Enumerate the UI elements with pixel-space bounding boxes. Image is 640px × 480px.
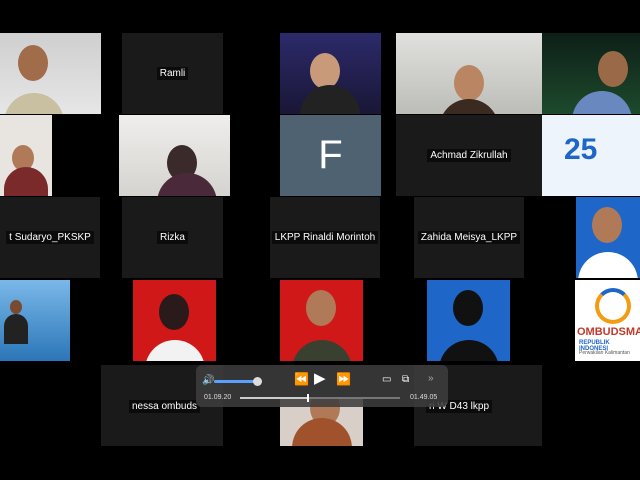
participant-video-16[interactable]	[0, 280, 70, 361]
avatar-initial: F	[318, 133, 343, 177]
participant-tile-f[interactable]: F	[280, 115, 381, 196]
seek-bar[interactable]	[240, 394, 400, 402]
airplay-icon[interactable]: ▭	[382, 374, 391, 385]
participant-tile-zahida[interactable]: Zahida Meisya_LKPP	[414, 197, 524, 278]
fast-forward-button[interactable]: ⏩	[336, 372, 351, 386]
ombudsman-subtitle-2: Perwakilan Kalimantan	[579, 350, 630, 356]
participant-tile-achmad[interactable]: Achmad Zikrullah	[396, 115, 542, 196]
rewind-button[interactable]: ⏪	[294, 372, 309, 386]
participant-name: Rizka	[156, 231, 188, 244]
participant-video-19[interactable]	[427, 280, 510, 361]
participant-name: Zahida Meisya_LKPP	[417, 231, 521, 244]
participant-tile-rizka[interactable]: Rizka	[122, 197, 223, 278]
volume-slider[interactable]	[214, 377, 263, 386]
ombudsman-word: OMBUDSMA	[577, 326, 640, 338]
participant-tile-sudaryo[interactable]: t Sudaryo_PKSKP	[0, 197, 100, 278]
seek-progress	[240, 397, 308, 399]
anniversary-logo-tile[interactable]: 25	[542, 115, 640, 196]
participant-video-6[interactable]	[0, 115, 52, 196]
seek-handle[interactable]	[307, 394, 310, 402]
ombudsman-logo-tile[interactable]: OMBUDSMA REPUBLIK INDONESI Perwakilan Ka…	[575, 280, 640, 361]
participant-name: Ramli	[156, 67, 189, 80]
anniversary-number: 25	[564, 133, 598, 166]
participant-video-4[interactable]	[396, 33, 542, 114]
participant-video-5[interactable]	[542, 33, 640, 114]
participant-video-7[interactable]	[119, 115, 230, 196]
participant-video-3[interactable]	[280, 33, 381, 114]
volume-knob[interactable]	[253, 377, 263, 386]
participant-tile-rinaldi[interactable]: LKPP Rinaldi Morintoh	[270, 197, 380, 278]
participant-video-15[interactable]	[576, 197, 640, 278]
volume-icon[interactable]: 🔊	[202, 375, 214, 386]
participant-video-18[interactable]	[280, 280, 363, 361]
elapsed-time: 01.09.20	[204, 394, 232, 401]
participant-tile-ramli[interactable]: Ramli	[122, 33, 223, 114]
participant-name: LKPP Rinaldi Morintoh	[271, 231, 379, 244]
video-grid: Ramli F Achmad Zikrullah 25 t Sudaryo_PK…	[0, 0, 640, 480]
play-button[interactable]: ▶	[314, 369, 326, 387]
participant-name: nessa ombuds	[129, 400, 201, 413]
participant-video-1[interactable]	[0, 33, 101, 114]
participant-video-17[interactable]	[133, 280, 216, 361]
participant-name: Achmad Zikrullah	[427, 149, 511, 162]
remaining-time: 01.49.05	[410, 394, 438, 401]
more-icon[interactable]: »	[428, 373, 434, 384]
volume-level	[214, 380, 258, 383]
video-player-controls[interactable]: 🔊 ⏪ ▶ ⏩ ▭ ⧉ » 01.09.20 01.49.05	[196, 365, 448, 407]
participant-name: t Sudaryo_PKSKP	[6, 231, 94, 244]
ombudsman-emblem-icon	[595, 288, 631, 324]
picture-in-picture-icon[interactable]: ⧉	[402, 374, 409, 385]
